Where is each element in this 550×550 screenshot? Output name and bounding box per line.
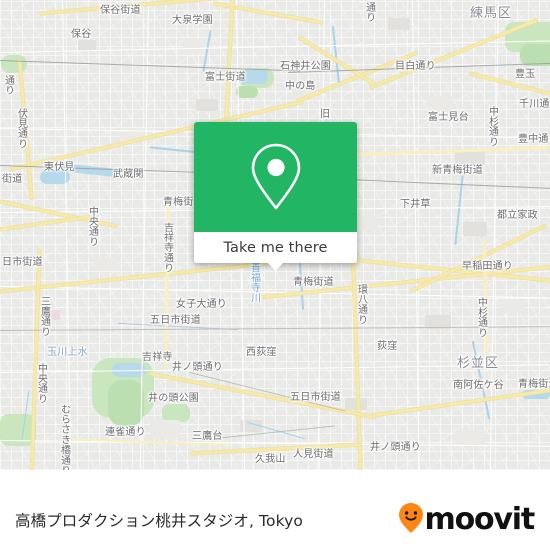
map-label: 久我山 — [255, 454, 286, 465]
destination-callout-card[interactable]: Take me there — [194, 122, 357, 271]
map-label: 青梅街道 — [518, 379, 550, 390]
map-label: 中央通り — [35, 363, 47, 404]
map-label: 保谷 — [71, 29, 92, 40]
map-label: 三鷹台 — [192, 431, 223, 442]
map-label: 早稲田通り — [462, 261, 513, 272]
moovit-wordmark: moovit — [424, 502, 536, 537]
map-canvas[interactable]: 保谷街道大泉学園保谷富士街道石神井公園中の島練馬区目白通り豊玉千川通り富士見台中… — [0, 0, 550, 470]
map-label: 三鷹通り — [38, 296, 50, 337]
map-label: 富士見台 — [428, 112, 469, 123]
map-label: 中の島 — [285, 81, 316, 92]
map-label: 五日市街道 — [290, 392, 341, 403]
map-label: 通り — [2, 75, 14, 96]
map-label: 下井草 — [400, 199, 431, 210]
map-label: 保谷街道 — [100, 5, 141, 16]
map-label: 目白通り — [395, 61, 436, 72]
map-label: 通り — [363, 2, 375, 23]
map-label: 豊玉 — [515, 69, 536, 80]
map-label: 街道 — [2, 174, 23, 185]
map-label: 井ノ頭通り — [172, 362, 223, 373]
map-label: 五日市街道 — [150, 315, 201, 326]
map-label: 豊中通り — [518, 134, 550, 145]
map-label: 練馬区 — [470, 6, 513, 21]
map-label: 井の頭公園 — [148, 393, 199, 404]
moovit-logo[interactable]: moovit — [398, 502, 536, 539]
map-label: 旧 — [320, 109, 331, 120]
map-label: 西荻窪 — [246, 347, 277, 358]
take-me-there-label: Take me there — [223, 239, 328, 256]
map-label: 都立家政 — [497, 210, 538, 221]
map-label: 南阿佐ケ谷 — [453, 380, 504, 391]
callout-card-header — [194, 122, 357, 232]
map-label: 伏見通り — [15, 108, 27, 149]
footer-bar: 高橋プロダクション桃井スタジオ, Tokyo moovit — [0, 490, 550, 550]
map-label: 東伏見 — [44, 162, 75, 173]
map-label: 吉祥寺 — [142, 352, 173, 363]
map-label: 中杉通り — [475, 297, 487, 338]
map-label: 杉並区 — [457, 356, 500, 371]
moovit-map-screenshot: 保谷街道大泉学園保谷富士街道石神井公園中の島練馬区目白通り豊玉千川通り富士見台中… — [0, 0, 550, 550]
map-label: 善福寺川 — [248, 262, 260, 303]
map-label: 富士街道 — [205, 72, 246, 83]
map-label: 新青梅街道 — [432, 165, 483, 176]
map-label: 石神井公園 — [280, 61, 331, 72]
moovit-smiley-pin-icon — [398, 502, 424, 539]
map-label: 吉祥寺通り — [161, 222, 173, 273]
map-label: 千川通り — [519, 99, 550, 110]
map-label: 人見街道 — [293, 449, 334, 460]
map-label: 井ノ頭通り — [370, 442, 421, 453]
map-label: 荻窪 — [377, 341, 398, 352]
map-label: 環八通り — [355, 284, 367, 325]
map-label: 中杉通り — [486, 106, 498, 147]
map-label: 女子大通り — [176, 299, 227, 310]
place-title: 高橋プロダクション桃井スタジオ, Tokyo — [15, 512, 303, 530]
map-label: 青梅街 — [163, 197, 194, 208]
take-me-there-button[interactable]: Take me there — [194, 232, 357, 263]
map-label: 中央通り — [86, 206, 98, 247]
map-label: 連雀通り — [105, 427, 146, 438]
map-label: 玉川上水 — [47, 347, 88, 358]
map-label: 日市街道 — [2, 257, 43, 268]
map-label: むらさき橋通り — [58, 404, 70, 470]
map-label: 武蔵関 — [113, 169, 144, 180]
map-label: 大泉学園 — [172, 15, 213, 26]
map-label: 青梅街道 — [293, 277, 334, 288]
map-pin-icon — [248, 141, 304, 213]
